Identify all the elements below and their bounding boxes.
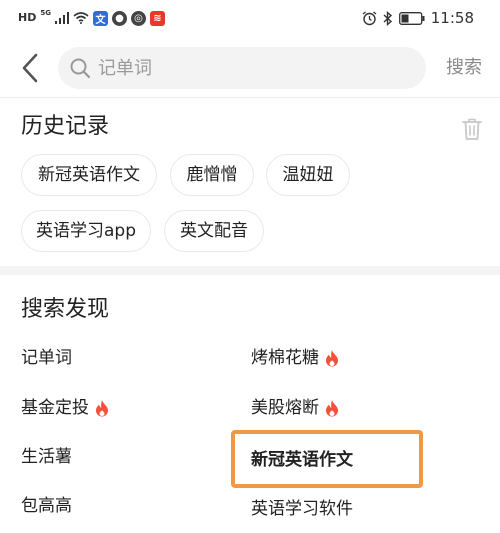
bluetooth-icon — [383, 10, 392, 26]
network-type: 5G — [40, 9, 51, 17]
search-button[interactable]: 搜索 — [446, 54, 482, 82]
history-title: 历史记录 — [21, 114, 110, 139]
status-bar: HD 5G 文 ● ◎ ≋ 11:58 — [0, 0, 500, 36]
discover-item-label: 新冠英语作文 — [251, 450, 353, 470]
battery-icon — [398, 11, 425, 25]
clear-history-button[interactable] — [458, 115, 486, 143]
history-chip[interactable]: 鹿憎憎 — [170, 154, 254, 196]
alarm-icon — [362, 10, 377, 25]
discover-item-label: 记单词 — [21, 348, 72, 368]
discover-item[interactable]: 英语学习软件 — [251, 496, 353, 522]
discover-item[interactable]: 包高高 — [21, 493, 72, 519]
history-chip[interactable]: 温妞妞 — [266, 154, 350, 196]
search-box[interactable] — [58, 47, 426, 89]
search-header: 搜索 — [0, 44, 500, 92]
discover-item-label: 生活薯 — [21, 447, 72, 467]
search-icon — [68, 56, 92, 80]
wifi-icon — [73, 12, 89, 24]
discover-item[interactable]: 烤棉花糖 — [251, 345, 339, 371]
signal-icon — [54, 12, 69, 24]
discover-item[interactable]: 基金定投 — [21, 395, 109, 421]
discover-item[interactable]: 生活薯 — [21, 444, 72, 470]
search-input[interactable] — [98, 53, 398, 83]
back-button[interactable] — [14, 50, 46, 86]
history-chip[interactable]: 英文配音 — [164, 210, 264, 252]
app-notification-icon: ≋ — [149, 10, 165, 26]
discover-item-label: 包高高 — [21, 496, 72, 516]
history-chip[interactable]: 新冠英语作文 — [21, 154, 157, 196]
discover-item-label: 烤棉花糖 — [251, 348, 319, 368]
app-notification-icon: ● — [111, 10, 127, 26]
status-left: HD 5G 文 ● ◎ ≋ — [18, 8, 165, 28]
fire-icon — [325, 399, 339, 417]
discover-item-label: 美股熔断 — [251, 398, 319, 418]
history-chip[interactable]: 英语学习app — [21, 210, 151, 252]
discover-title: 搜索发现 — [21, 297, 110, 322]
discover-item[interactable]: 美股熔断 — [251, 395, 339, 421]
fire-icon — [325, 349, 339, 367]
section-divider — [0, 266, 500, 275]
fire-icon — [95, 399, 109, 417]
header-divider — [0, 97, 500, 98]
chevron-left-icon — [22, 53, 38, 83]
trash-icon — [462, 118, 482, 140]
app-notification-icon: 文 — [92, 10, 108, 26]
hd-indicator: HD — [18, 11, 37, 24]
discover-item[interactable]: 记单词 — [21, 345, 72, 371]
discover-item-label: 英语学习软件 — [251, 499, 353, 519]
status-time: 11:58 — [430, 9, 474, 27]
discover-item-label: 基金定投 — [21, 398, 89, 418]
app-notification-icon: ◎ — [130, 10, 146, 26]
discover-item[interactable]: 新冠英语作文 — [251, 447, 353, 473]
status-right: 11:58 — [362, 8, 474, 28]
